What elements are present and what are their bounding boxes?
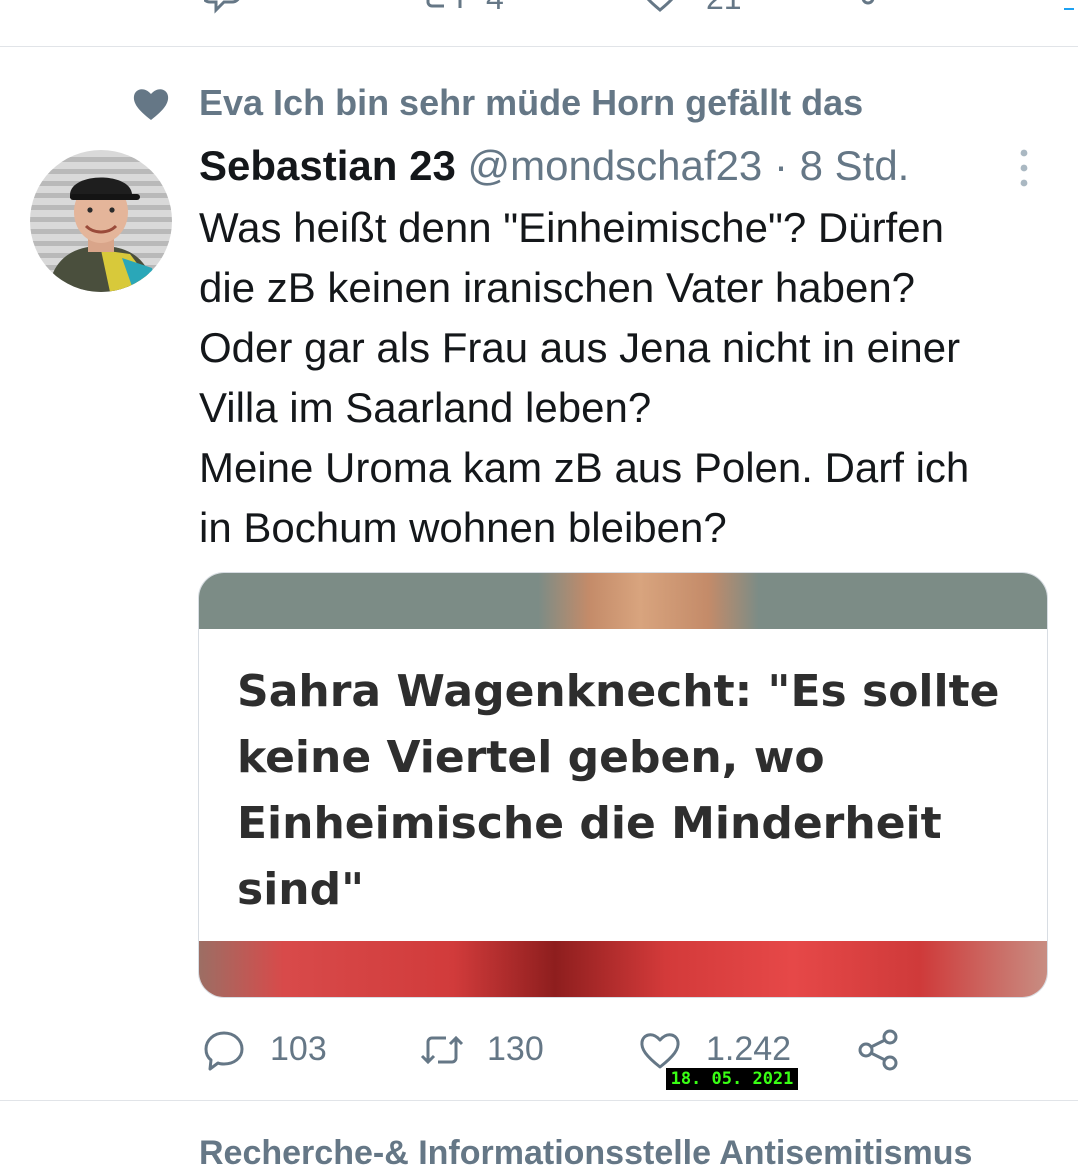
date-stamp: 18. 05. 2021 xyxy=(666,1068,798,1090)
media-headline-line: keine Viertel geben, wo xyxy=(237,732,825,783)
previous-retweet-count: 4 xyxy=(486,0,504,17)
tweet-text-line: Oder gar als Frau aus Jena nicht in eine… xyxy=(199,324,961,371)
author-name[interactable]: Sebastian 23 xyxy=(199,142,456,189)
share-icon[interactable] xyxy=(857,1028,901,1072)
share-icon[interactable] xyxy=(858,0,898,14)
heart-filled-icon xyxy=(133,89,169,120)
divider xyxy=(0,1100,1078,1101)
tweet-header: Sebastian 23 @mondschaf23 · 8 Std. xyxy=(199,142,909,194)
tweet-text-line: Villa im Saarland leben? xyxy=(199,384,652,431)
accent-mark xyxy=(1064,8,1074,10)
tweet-text-line: Meine Uroma kam zB aus Polen. Darf ich xyxy=(199,444,970,491)
tweet-action-bar: 103 130 1.242 xyxy=(0,1022,1078,1082)
avatar-image xyxy=(48,177,158,292)
photo-strip-top xyxy=(199,573,1047,629)
previous-tweet-action-bar: 4 21 xyxy=(0,0,1078,47)
social-context[interactable]: Eva Ich bin sehr müde Horn gefällt das xyxy=(0,80,1078,128)
next-tweet-context[interactable]: Recherche-& Informationsstelle Antisemit… xyxy=(199,1134,972,1173)
like-count: 1.242 xyxy=(706,1030,792,1068)
media-headline: Sahra Wagenknecht: "Es sollte keine Vier… xyxy=(237,659,1017,923)
tweet-text: Was heißt denn "Einheimische"? Dürfen di… xyxy=(199,198,1049,558)
like-icon[interactable] xyxy=(640,0,680,14)
media-headline-line: Einheimische die Minderheit xyxy=(237,798,942,849)
retweet-icon[interactable] xyxy=(420,1028,464,1072)
retweet-icon[interactable] xyxy=(424,0,464,14)
avatar[interactable] xyxy=(30,150,172,292)
like-icon[interactable] xyxy=(638,1028,682,1072)
author-handle-time[interactable]: @mondschaf23 · 8 Std. xyxy=(467,142,909,189)
tweet-text-line: in Bochum wohnen bleiben? xyxy=(199,504,727,551)
tweet-media-image[interactable]: Sahra Wagenknecht: "Es sollte keine Vier… xyxy=(198,572,1048,998)
reply-icon[interactable] xyxy=(204,0,244,14)
tweet-text-line: Was heißt denn "Einheimische"? Dürfen xyxy=(199,204,944,251)
reply-count: 103 xyxy=(270,1030,327,1068)
media-headline-line: sind" xyxy=(237,864,365,915)
reply-icon[interactable] xyxy=(202,1028,246,1072)
retweet-count: 130 xyxy=(487,1030,544,1068)
social-context-text: Eva Ich bin sehr müde Horn gefällt das xyxy=(199,82,864,123)
more-options-icon[interactable] xyxy=(1006,146,1042,190)
media-headline-line: Sahra Wagenknecht: "Es sollte xyxy=(237,666,1000,717)
photo-strip-bottom xyxy=(199,941,1047,997)
previous-like-count: 21 xyxy=(706,0,742,17)
tweet-text-line: die zB keinen iranischen Vater haben? xyxy=(199,264,916,311)
